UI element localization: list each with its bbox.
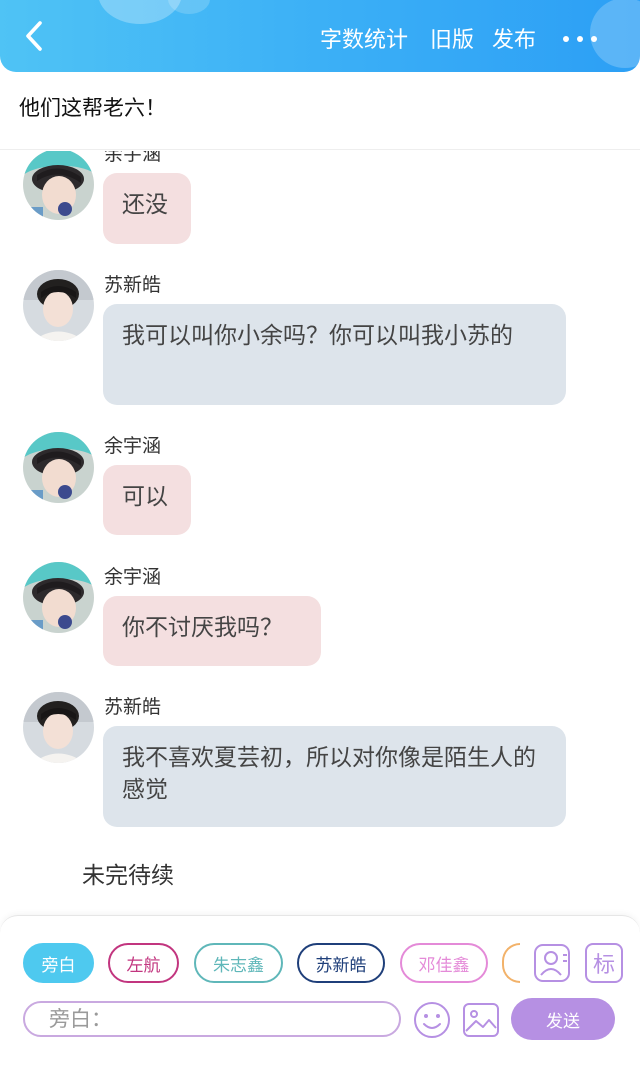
send-button[interactable]: 发送 — [511, 998, 615, 1040]
role-chip-zhuzhixin[interactable]: 朱志鑫 — [194, 943, 283, 983]
more-button[interactable] — [560, 20, 600, 56]
message-bubble[interactable]: 你不讨厌我吗？ — [103, 596, 321, 666]
image-icon — [463, 1003, 499, 1037]
image-button[interactable] — [462, 1001, 500, 1039]
role-chip-narrator[interactable]: 旁白 — [23, 943, 94, 983]
more-horizontal-icon — [577, 36, 583, 42]
message-bubble[interactable]: 我可以叫你小余吗？你可以叫我小苏的 — [103, 304, 566, 405]
role-chip-suxinhao[interactable]: 苏新皓 — [297, 943, 385, 983]
to-be-continued-label: 未完待续 — [82, 863, 174, 889]
sender-name: 余宇涵 — [104, 151, 162, 165]
avatar[interactable] — [23, 432, 94, 503]
top-bar: 字数统计 旧版 发布 — [0, 0, 640, 72]
message-bubble[interactable]: 还没 — [103, 173, 191, 244]
sender-name: 余宇涵 — [104, 435, 162, 457]
role-chip-zuohang[interactable]: 左航 — [108, 943, 179, 983]
message-input[interactable]: 旁白： — [23, 1001, 401, 1037]
avatar[interactable] — [23, 270, 94, 341]
back-button[interactable] — [20, 18, 50, 54]
message-bubble[interactable]: 我不喜欢夏芸初，所以对你像是陌生人的感觉 — [103, 726, 566, 827]
contact-card-icon — [534, 944, 570, 982]
role-chip-dengjiaxin[interactable]: 邓佳鑫 — [400, 943, 488, 983]
avatar[interactable] — [23, 151, 94, 220]
more-horizontal-icon — [591, 36, 597, 42]
story-title-row: 他们这帮老六！ — [0, 72, 640, 150]
story-title[interactable]: 他们这帮老六！ — [19, 92, 166, 122]
sender-name: 余宇涵 — [104, 566, 162, 588]
tag-button[interactable]: 标 — [585, 943, 623, 983]
old-version-button[interactable]: 旧版 — [430, 22, 474, 54]
word-count-button[interactable]: 字数统计 — [320, 22, 408, 54]
more-horizontal-icon — [563, 36, 569, 42]
role-chip-more[interactable] — [502, 943, 520, 983]
sender-name: 苏新皓 — [104, 696, 162, 718]
sender-name: 苏新皓 — [104, 274, 162, 296]
chat-area[interactable]: 余宇涵 还没 苏新皓 我可以叫你小余吗？你可以叫我小苏的 余宇涵 可以 余宇涵 … — [0, 151, 640, 911]
emoji-button[interactable] — [413, 1001, 451, 1039]
role-manage-button[interactable] — [533, 943, 571, 983]
publish-button[interactable]: 发布 — [492, 22, 536, 54]
avatar[interactable] — [23, 692, 94, 763]
message-bubble[interactable]: 可以 — [103, 465, 191, 535]
composer-panel: 旁白 左航 朱志鑫 苏新皓 邓佳鑫 标 旁白： 发送 — [0, 915, 640, 1085]
avatar[interactable] — [23, 562, 94, 633]
smiley-icon — [414, 1002, 450, 1038]
chevron-left-icon — [26, 21, 42, 51]
decor-bubble — [168, 0, 210, 14]
